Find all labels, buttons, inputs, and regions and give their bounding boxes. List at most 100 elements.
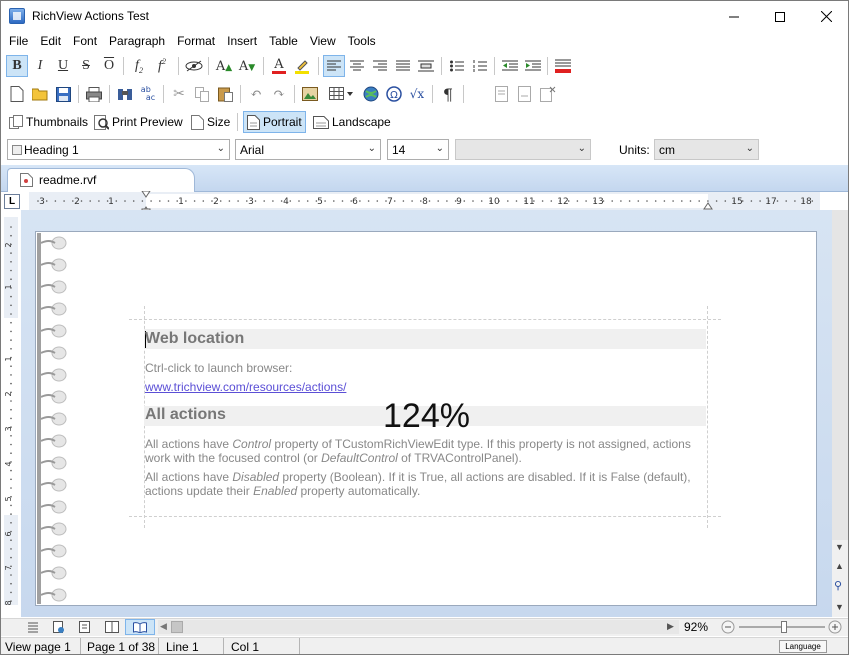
ruler-tick-dot bbox=[350, 200, 353, 202]
print-layout-icon[interactable] bbox=[105, 621, 119, 633]
style-combo[interactable]: Heading 1 ⌄ bbox=[7, 139, 230, 160]
increase-indent-button[interactable] bbox=[522, 55, 544, 77]
close-button[interactable] bbox=[803, 1, 848, 32]
scroll-down-icon[interactable]: ▼ bbox=[835, 542, 844, 552]
vruler-tick-dot bbox=[10, 600, 12, 602]
ruler-tick-dot bbox=[124, 200, 126, 202]
remove-page-break-button[interactable] bbox=[537, 83, 559, 105]
insert-equation-button[interactable]: √x bbox=[406, 83, 428, 105]
hidden-text-button[interactable] bbox=[183, 55, 205, 77]
page-view-icon[interactable] bbox=[79, 621, 91, 633]
menu-file[interactable]: File bbox=[3, 32, 34, 52]
ruler-tick-dot bbox=[802, 200, 805, 202]
redo-button[interactable]: ↷ bbox=[268, 83, 290, 105]
font-size-combo[interactable]: 14 ⌄ bbox=[387, 139, 449, 160]
font-color-button[interactable]: A bbox=[268, 55, 290, 77]
italic-button[interactable]: I bbox=[29, 55, 51, 77]
launch-hint-text[interactable]: Ctrl-click to launch browser: bbox=[145, 361, 292, 375]
paragraph-color-button[interactable] bbox=[552, 55, 574, 77]
zoom-percent[interactable]: 92% bbox=[684, 620, 708, 634]
new-button[interactable] bbox=[6, 83, 28, 105]
actions-hyperlink[interactable]: www.trichview.com/resources/actions/ bbox=[145, 380, 346, 394]
insert-symbol-button[interactable]: Ω bbox=[383, 83, 405, 105]
units-combo[interactable]: cm ⌄ bbox=[654, 139, 759, 160]
insert-hyperlink-button[interactable] bbox=[360, 83, 382, 105]
strikeout-button[interactable]: S bbox=[75, 55, 97, 77]
web-view-icon[interactable] bbox=[53, 621, 65, 633]
superscript-button[interactable]: f2 bbox=[151, 55, 173, 77]
print-preview-button[interactable]: Print Preview bbox=[91, 111, 186, 133]
scroll-right-icon[interactable]: ▶ bbox=[667, 621, 674, 632]
vruler-tick-dot bbox=[10, 278, 12, 280]
maximize-button[interactable] bbox=[757, 1, 803, 32]
menu-edit[interactable]: Edit bbox=[34, 32, 67, 52]
menu-font[interactable]: Font bbox=[67, 32, 103, 52]
menu-insert[interactable]: Insert bbox=[221, 32, 263, 52]
show-special-chars-button[interactable]: ¶ bbox=[437, 83, 459, 105]
paragraph-style-combo[interactable]: ⌄ bbox=[455, 139, 591, 160]
numbering-button[interactable] bbox=[469, 55, 491, 77]
justify-button[interactable] bbox=[392, 55, 414, 77]
zoom-slider-thumb[interactable] bbox=[781, 621, 787, 633]
tab-label: readme.rvf bbox=[39, 173, 97, 187]
distribute-button[interactable] bbox=[415, 55, 437, 77]
underline-button[interactable]: U bbox=[52, 55, 74, 77]
align-right-button[interactable] bbox=[369, 55, 391, 77]
insert-table-button[interactable] bbox=[326, 83, 356, 105]
normal-view-icon[interactable] bbox=[27, 621, 39, 633]
grow-font-button[interactable]: A▲ bbox=[213, 55, 235, 77]
vruler-tick-dot bbox=[10, 443, 12, 446]
heading-all-actions[interactable]: All actions bbox=[145, 406, 226, 424]
read-mode-button[interactable] bbox=[125, 619, 155, 635]
scroll-left-icon[interactable]: ◀ bbox=[160, 621, 167, 632]
paragraph-disabled[interactable]: All actions have Disabled property (Bool… bbox=[145, 470, 707, 498]
scrollbar-thumb[interactable] bbox=[832, 210, 848, 540]
paragraph-control[interactable]: All actions have Control property of TCu… bbox=[145, 437, 707, 465]
thumbnails-button[interactable]: Thumbnails bbox=[6, 111, 91, 133]
open-button[interactable] bbox=[29, 83, 51, 105]
horizontal-scrollbar[interactable] bbox=[158, 620, 679, 634]
page-break-button[interactable] bbox=[491, 83, 513, 105]
insert-picture-button[interactable] bbox=[299, 83, 321, 105]
ruler-tick-dot bbox=[628, 200, 631, 202]
zoom-in-icon[interactable] bbox=[828, 620, 842, 634]
shrink-font-button[interactable]: A▼ bbox=[236, 55, 258, 77]
overline-button[interactable]: O bbox=[98, 55, 120, 77]
language-button[interactable]: Language bbox=[779, 640, 827, 653]
heading-web-location[interactable]: Web location bbox=[145, 330, 244, 348]
paste-button[interactable] bbox=[214, 83, 236, 105]
menu-tools[interactable]: Tools bbox=[342, 32, 382, 52]
align-center-button[interactable] bbox=[346, 55, 368, 77]
vruler-tick-dot bbox=[10, 426, 12, 428]
print-button[interactable] bbox=[83, 83, 105, 105]
undo-button[interactable]: ↶ bbox=[245, 83, 267, 105]
menu-table[interactable]: Table bbox=[263, 32, 304, 52]
decrease-indent-button[interactable] bbox=[499, 55, 521, 77]
zoom-out-icon[interactable] bbox=[721, 620, 735, 634]
cut-button[interactable]: ✂ bbox=[168, 83, 190, 105]
browse-binoculars-icon[interactable]: ⚲ bbox=[834, 579, 842, 592]
menu-format[interactable]: Format bbox=[171, 32, 221, 52]
copy-icon bbox=[195, 86, 209, 102]
copy-button[interactable] bbox=[191, 83, 213, 105]
size-button[interactable]: Size bbox=[188, 111, 233, 133]
portrait-button[interactable]: Portrait bbox=[243, 111, 306, 133]
insert-page-button[interactable] bbox=[514, 83, 536, 105]
tab-readme[interactable]: readme.rvf bbox=[7, 168, 195, 192]
next-page-icon[interactable]: ▼ bbox=[835, 602, 844, 612]
menu-paragraph[interactable]: Paragraph bbox=[103, 32, 171, 52]
highlight-button[interactable] bbox=[291, 55, 313, 77]
replace-button[interactable]: ab ac bbox=[137, 83, 159, 105]
subscript-button[interactable]: f2 bbox=[128, 55, 150, 77]
hscroll-thumb[interactable] bbox=[171, 621, 183, 633]
save-button[interactable] bbox=[52, 83, 74, 105]
bullets-button[interactable] bbox=[446, 55, 468, 77]
find-button[interactable] bbox=[114, 83, 136, 105]
landscape-button[interactable]: Landscape bbox=[310, 111, 394, 133]
bold-button[interactable]: B bbox=[6, 55, 28, 77]
menu-view[interactable]: View bbox=[304, 32, 342, 52]
prev-page-icon[interactable]: ▲ bbox=[835, 561, 844, 571]
minimize-button[interactable] bbox=[711, 1, 757, 32]
align-left-button[interactable] bbox=[323, 55, 345, 77]
font-combo[interactable]: Arial ⌄ bbox=[235, 139, 381, 160]
